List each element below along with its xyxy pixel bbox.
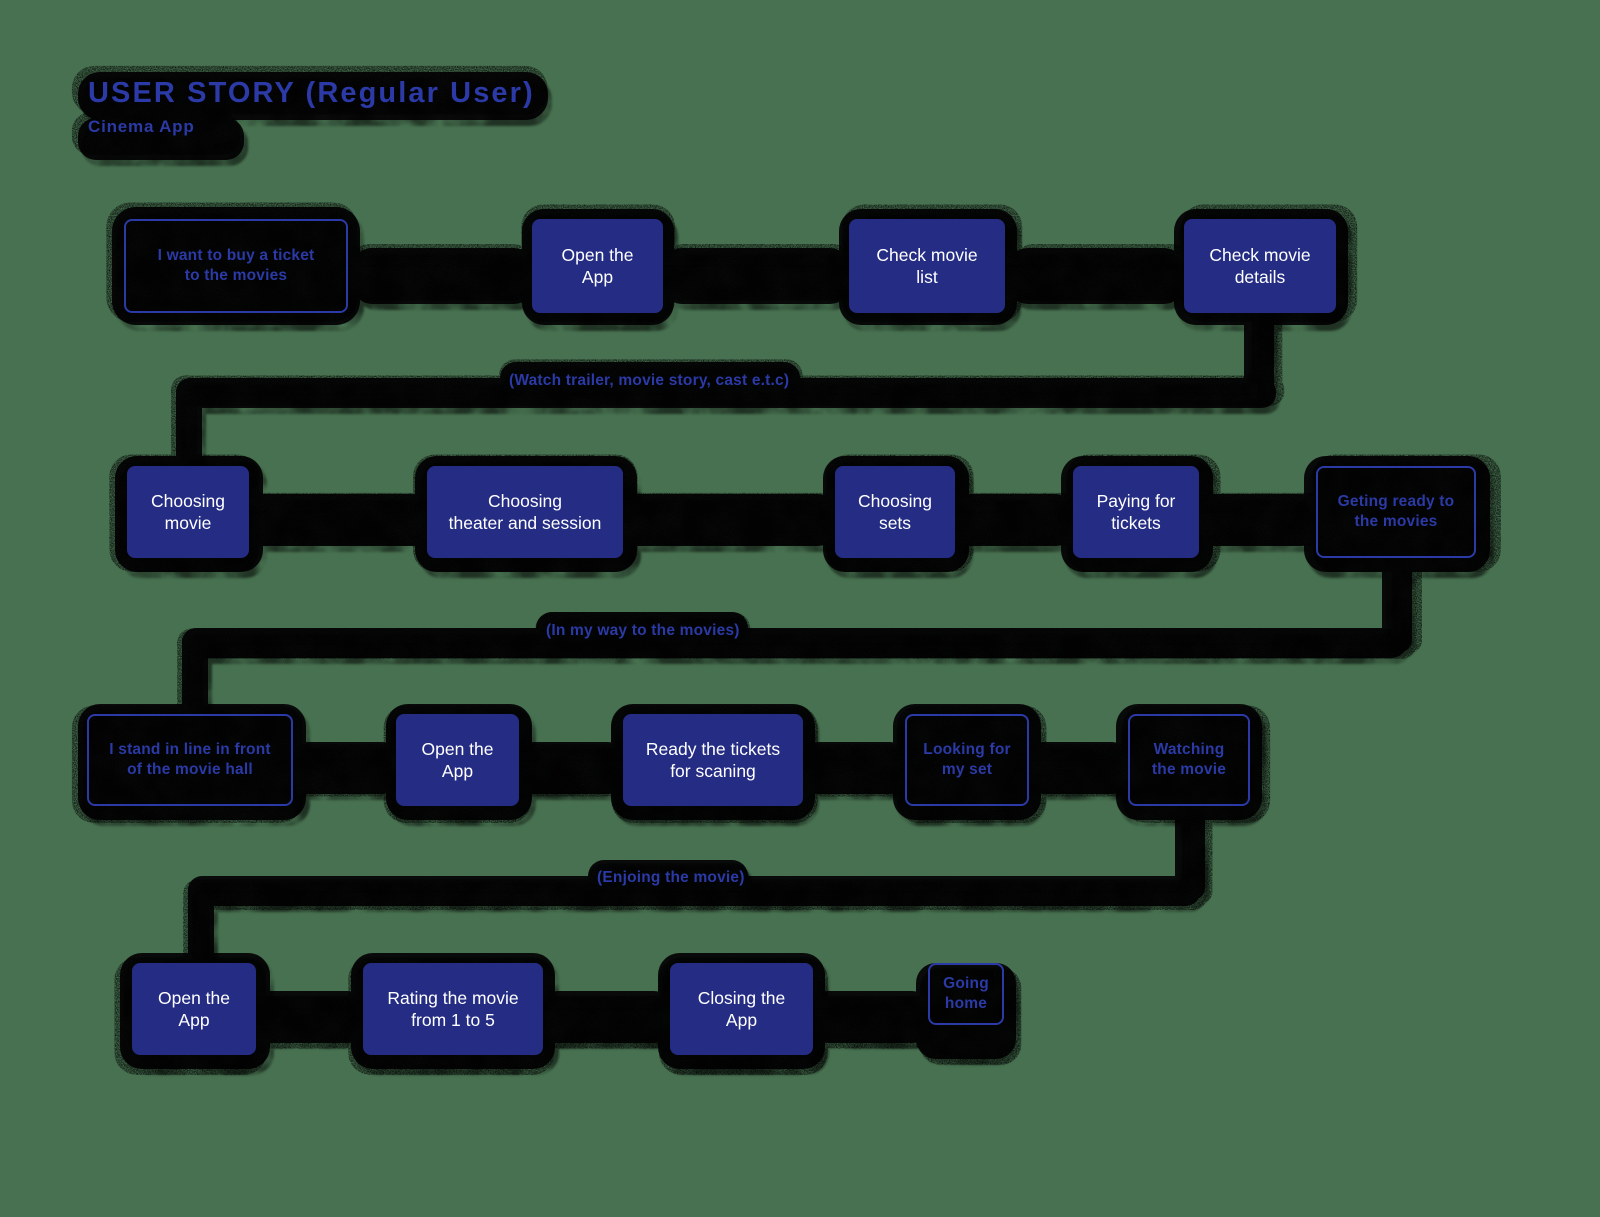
page-subtitle: Cinema App xyxy=(88,117,195,137)
flow-node-label: Open the App xyxy=(561,244,634,287)
flow-node-n3[interactable]: Check movie list xyxy=(849,219,1005,313)
flow-node-n13[interactable]: Looking for my set xyxy=(905,714,1029,806)
flow-node-n14[interactable]: Watching the movie xyxy=(1128,714,1250,806)
flow-node-label: Open the App xyxy=(421,738,494,781)
edge-label-el3: (Enjoing the movie) xyxy=(597,869,745,886)
flow-node-label: I stand in line in front of the movie ha… xyxy=(109,741,271,778)
flow-node-n1[interactable]: I want to buy a ticket to the movies xyxy=(124,219,348,313)
flow-node-n4[interactable]: Check movie details xyxy=(1184,219,1336,313)
page-title: USER STORY (Regular User) xyxy=(88,77,535,109)
flow-node-label: Ready the tickets for scaning xyxy=(645,738,781,781)
flow-node-label: Check movie list xyxy=(876,244,978,287)
connector-group xyxy=(184,266,1398,1009)
title-block: USER STORY (Regular User) Cinema App xyxy=(88,78,535,137)
flow-node-n17[interactable]: Closing the App xyxy=(670,963,813,1055)
flow-node-label: Choosing theater and session xyxy=(448,490,602,533)
flow-node-n15[interactable]: Open the App xyxy=(132,963,256,1055)
connector-n9-n10 xyxy=(189,558,1398,706)
flow-node-label: Rating the movie from 1 to 5 xyxy=(387,987,519,1030)
flow-node-label: Open the App xyxy=(158,987,230,1030)
edge-label-el1: (Watch trailer, movie story, cast e.t.c) xyxy=(509,372,790,389)
flow-node-n7[interactable]: Choosing sets xyxy=(835,466,955,558)
flow-node-label: I want to buy a ticket to the movies xyxy=(157,247,315,284)
flow-node-label: Closing the App xyxy=(697,987,786,1030)
flow-node-n9[interactable]: Geting ready to the movies xyxy=(1316,466,1476,558)
flow-node-n5[interactable]: Choosing movie xyxy=(127,466,249,558)
flow-node-n6[interactable]: Choosing theater and session xyxy=(427,466,623,558)
flow-node-n16[interactable]: Rating the movie from 1 to 5 xyxy=(363,963,543,1055)
flow-node-label: Choosing movie xyxy=(151,490,225,533)
flow-node-label: Paying for tickets xyxy=(1096,490,1176,533)
flow-node-n2[interactable]: Open the App xyxy=(532,219,663,313)
flow-node-label: Geting ready to the movies xyxy=(1337,493,1455,530)
flow-node-n8[interactable]: Paying for tickets xyxy=(1073,466,1199,558)
edge-label-el2: (In my way to the movies) xyxy=(546,622,740,639)
flow-node-label: Going home xyxy=(943,975,989,1012)
flow-node-n10[interactable]: I stand in line in front of the movie ha… xyxy=(87,714,293,806)
flow-node-n11[interactable]: Open the App xyxy=(396,714,519,806)
flow-node-n18[interactable]: Going home xyxy=(928,963,1004,1025)
flow-node-n12[interactable]: Ready the tickets for scaning xyxy=(623,714,803,806)
flow-node-label: Check movie details xyxy=(1209,244,1311,287)
flow-node-label: Looking for my set xyxy=(923,741,1011,778)
flow-node-label: Choosing sets xyxy=(858,490,932,533)
flow-node-label: Watching the movie xyxy=(1151,741,1227,778)
